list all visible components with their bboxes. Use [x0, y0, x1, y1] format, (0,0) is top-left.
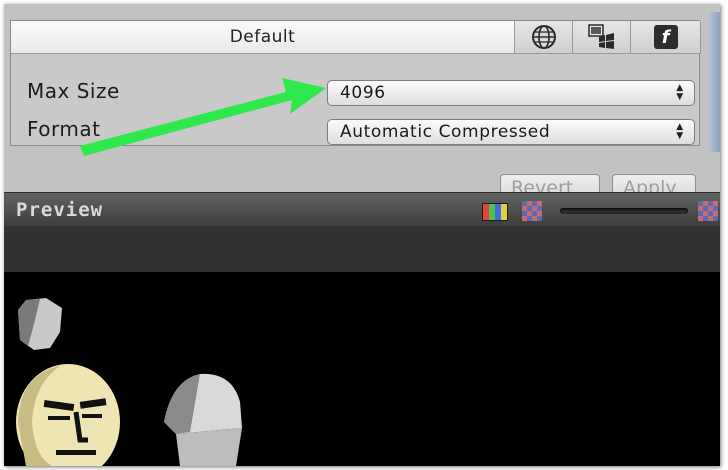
max-size-value: 4096	[340, 83, 386, 103]
tab-standalone[interactable]	[573, 21, 631, 54]
preview-title: Preview	[16, 199, 104, 221]
texture-image	[16, 298, 242, 466]
preview-header: Preview	[4, 192, 720, 227]
tab-web-player[interactable]	[515, 21, 573, 54]
checker-background-icon[interactable]	[698, 201, 718, 221]
globe-icon	[531, 25, 556, 49]
texture-preview-canvas	[4, 272, 720, 466]
scrollbar[interactable]	[708, 12, 720, 152]
max-size-dropdown[interactable]: 4096 ▲ ▼	[327, 80, 695, 106]
rgb-channel-icon[interactable]	[482, 203, 508, 221]
windows-icon	[587, 24, 614, 49]
tab-flash[interactable]: f	[631, 21, 701, 54]
platform-settings-panel: Default f Max Size 4096 ▲ ▼ Format Autom…	[10, 20, 701, 146]
preview-toolbar-strip	[4, 226, 720, 272]
format-label: Format	[27, 117, 101, 141]
import-settings-area: Default f Max Size 4096 ▲ ▼ Format Autom…	[4, 4, 720, 200]
updown-arrows-icon: ▲ ▼	[676, 122, 684, 141]
updown-arrows-icon: ▲ ▼	[676, 83, 684, 102]
tab-default[interactable]: Default	[11, 21, 515, 54]
format-dropdown[interactable]: Automatic Compressed ▲ ▼	[327, 119, 695, 145]
max-size-label: Max Size	[27, 79, 120, 103]
alpha-channel-icon[interactable]	[522, 201, 542, 221]
mip-level-slider[interactable]	[560, 208, 688, 214]
format-value: Automatic Compressed	[340, 122, 551, 142]
flash-icon: f	[653, 25, 678, 49]
texture-inspector-window: Default f Max Size 4096 ▲ ▼ Format Autom…	[4, 4, 720, 466]
